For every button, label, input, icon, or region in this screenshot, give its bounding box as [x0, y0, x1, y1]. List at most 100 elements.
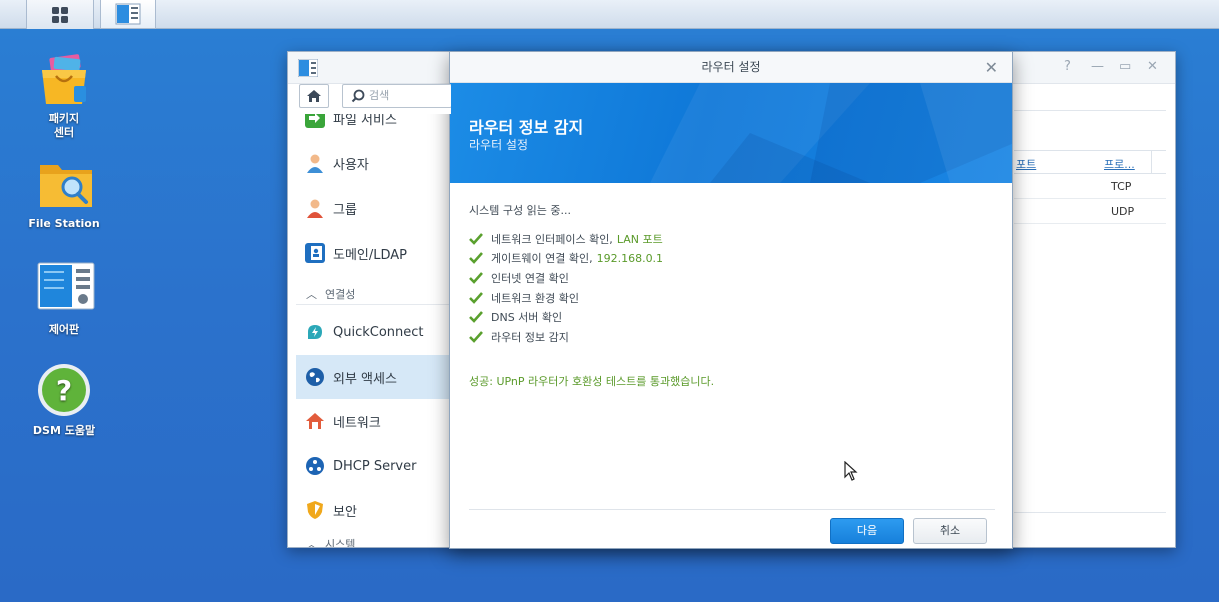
checkmark-icon	[469, 311, 483, 324]
column-header-protocol[interactable]: 프로...	[1104, 156, 1135, 172]
user-icon	[305, 153, 325, 173]
table-header: 포트 프로...	[1014, 150, 1166, 174]
package-center-icon	[42, 54, 86, 104]
sidebar-item-domain-ldap[interactable]: 도메인/LDAP	[296, 231, 451, 275]
close-icon[interactable]: ✕	[985, 52, 998, 83]
desktop-icon-file-station[interactable]: File Station	[24, 157, 104, 230]
network-icon	[305, 411, 325, 431]
search-placeholder: 검색	[369, 89, 390, 102]
sidebar-item-label: 네트워크	[333, 415, 381, 431]
router-setup-dialog: 라우터 설정 ✕ 라우터 정보 감지 라우터 설정 시스템 구성 읽는 중...…	[449, 51, 1013, 549]
main-menu-button[interactable]	[26, 0, 94, 29]
wizard-banner: 라우터 정보 감지 라우터 설정	[450, 83, 1012, 183]
shield-icon	[305, 500, 325, 520]
maximize-icon[interactable]: ▭	[1119, 59, 1131, 74]
sidebar-section-label: 연결성	[325, 288, 356, 301]
control-panel-sidebar: 검색 파일 서비스 사용자 그룹 도메인/LDAP ︿ 연결성 QuickCon…	[296, 84, 451, 547]
dialog-title: 라우터 설정	[701, 60, 761, 74]
sidebar-item-user[interactable]: 사용자	[296, 141, 451, 185]
sidebar-item-group[interactable]: 그룹	[296, 186, 451, 230]
sidebar-item-label: 사용자	[333, 157, 369, 173]
checkmark-icon	[469, 291, 483, 304]
check-item-value: 192.168.0.1	[596, 251, 664, 265]
desktop-icon-label: 패키지 센터	[48, 112, 80, 139]
check-item-label: 인터넷 연결 확인	[491, 271, 569, 285]
desktop-icon-label: 제어판	[48, 323, 80, 336]
minimize-icon[interactable]: —	[1091, 59, 1104, 74]
control-panel-icon	[115, 3, 141, 25]
cancel-button[interactable]: 취소	[913, 518, 987, 544]
sidebar-item-label: 도메인/LDAP	[333, 247, 408, 263]
sidebar-item-network[interactable]: 네트워크	[296, 399, 451, 443]
sidebar-item-label: 보안	[333, 504, 357, 520]
help-icon: ?	[38, 364, 90, 416]
chevron-up-icon: ︿	[306, 288, 317, 301]
sidebar-section-label: 시스템	[325, 538, 356, 547]
control-panel-icon	[298, 59, 318, 77]
checkmark-icon	[469, 330, 483, 343]
tab-divider	[1014, 110, 1166, 111]
grid-icon	[52, 6, 68, 23]
file-station-icon	[40, 165, 92, 207]
desktop-icon-control-panel[interactable]: 제어판	[24, 261, 104, 337]
check-item-label: 네트워크 인터페이스 확인,	[491, 232, 613, 246]
check-item-label: 라우터 정보 감지	[491, 330, 569, 344]
sidebar-item-external-access[interactable]: 외부 액세스	[296, 355, 451, 399]
search-input[interactable]: 검색	[342, 84, 451, 108]
sidebar-item-label: 외부 액세스	[333, 371, 397, 387]
next-button[interactable]: 다음	[830, 518, 904, 544]
taskbar	[0, 0, 1219, 29]
check-item-label: 게이트웨이 연결 확인,	[491, 252, 593, 266]
table-row[interactable]: UDP	[1014, 199, 1166, 224]
svg-text:?: ?	[56, 374, 72, 407]
checkmark-icon	[469, 252, 483, 265]
control-panel-icon	[37, 262, 95, 310]
mouse-cursor-icon	[844, 461, 858, 481]
home-icon	[307, 90, 321, 102]
check-item: 라우터 정보 감지	[469, 327, 989, 347]
table-cell: UDP	[1111, 205, 1135, 218]
footer-divider	[469, 509, 995, 510]
table-row[interactable]: TCP	[1014, 174, 1166, 199]
rules-table: 포트 프로... TCP UDP	[1014, 150, 1166, 224]
sidebar-item-security[interactable]: 보안	[296, 488, 451, 532]
table-cell: TCP	[1111, 180, 1132, 193]
sidebar-section-connectivity[interactable]: ︿ 연결성	[296, 286, 451, 302]
check-item: 인터넷 연결 확인	[469, 268, 989, 288]
close-icon[interactable]: ✕	[1147, 59, 1158, 74]
sidebar-item-label: QuickConnect	[333, 324, 424, 340]
banner-subtitle: 라우터 설정	[469, 138, 529, 152]
sidebar-item-quickconnect[interactable]: QuickConnect	[296, 310, 451, 354]
sidebar-item-label: DHCP Server	[333, 458, 417, 474]
wizard-body: 시스템 구성 읽는 중... 네트워크 인터페이스 확인, LAN 포트 게이트웨…	[469, 202, 989, 347]
desktop-icon-package-center[interactable]: 패키지 센터	[24, 52, 104, 140]
check-item: DNS 서버 확인	[469, 307, 989, 327]
help-icon[interactable]: ?	[1064, 59, 1071, 74]
group-icon	[305, 198, 325, 218]
checkmark-icon	[469, 272, 483, 284]
domain-icon	[305, 243, 325, 263]
check-item: 네트워크 환경 확인	[469, 288, 989, 308]
sidebar-item-dhcp-server[interactable]: DHCP Server	[296, 444, 451, 488]
status-text: 시스템 구성 읽는 중...	[469, 204, 571, 217]
check-item-value: LAN 포트	[616, 232, 663, 246]
chevron-up-icon: ︿	[306, 538, 317, 547]
check-item: 네트워크 인터페이스 확인, LAN 포트	[469, 229, 989, 249]
desktop-icon-dsm-help[interactable]: ? DSM 도움말	[24, 362, 104, 438]
check-item-label: 네트워크 환경 확인	[491, 291, 579, 305]
search-icon	[351, 89, 365, 103]
check-item-label: DNS 서버 확인	[491, 311, 563, 325]
home-button[interactable]	[299, 84, 329, 108]
dialog-title-bar: 라우터 설정 ✕	[450, 52, 1012, 83]
quickconnect-icon	[305, 322, 325, 342]
sidebar-section-system[interactable]: ︿ 시스템	[296, 536, 451, 547]
checkmark-icon	[469, 232, 483, 245]
divider	[296, 304, 451, 305]
banner-title: 라우터 정보 감지	[469, 118, 584, 137]
check-item: 게이트웨이 연결 확인, 192.168.0.1	[469, 249, 989, 269]
dhcp-icon	[305, 456, 325, 476]
sidebar-item-label: 그룹	[333, 202, 357, 218]
desktop-icon-label: DSM 도움말	[32, 424, 96, 437]
column-header-port[interactable]: 포트	[1016, 156, 1036, 172]
taskbar-control-panel-button[interactable]	[100, 0, 156, 29]
